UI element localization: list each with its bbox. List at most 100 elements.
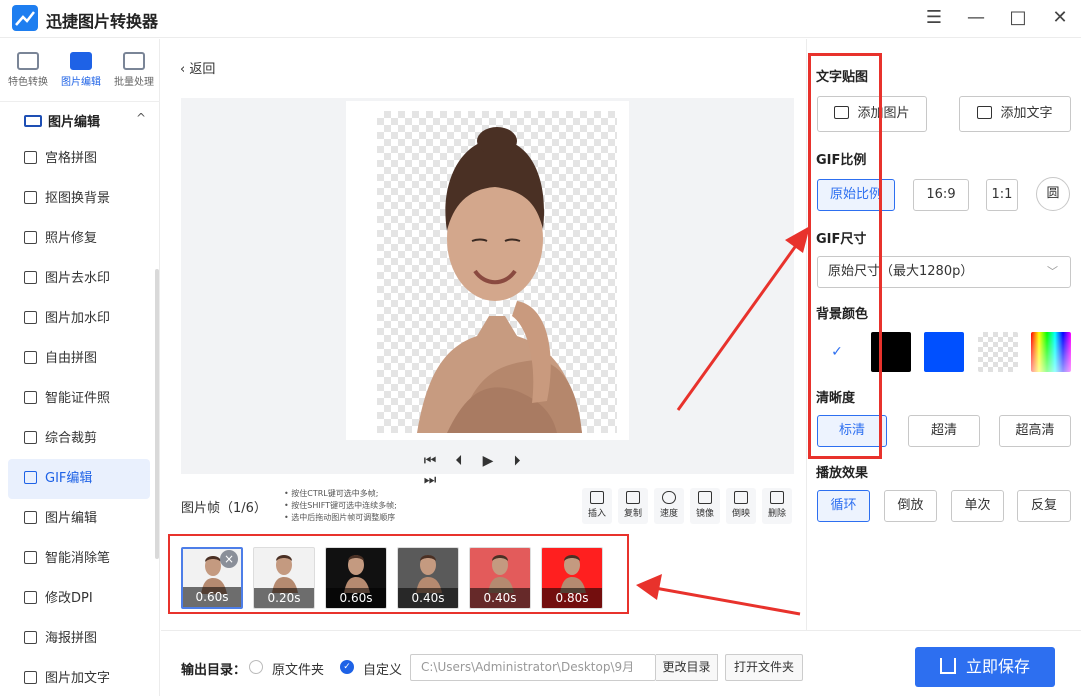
sidebar-item-label: 自由拼图 [45,351,98,366]
frame-image [488,555,514,593]
sidebar-item-label: 图片加文字 [45,671,111,686]
tool-label: 删除 [767,509,786,519]
mirror-button[interactable]: 镜像 [690,488,720,524]
sidebar-item-eraser[interactable]: 智能消除笔 [8,539,150,579]
back-button[interactable]: ‹ 返回 [180,58,215,77]
grid-icon [24,151,37,164]
copy-icon [626,491,640,504]
sidebar-item-cutout[interactable]: 抠图换背景 [8,179,150,219]
sidebar-item-poster[interactable]: 海报拼图 [8,619,150,659]
ratio-1-1-button[interactable]: 1:1 [986,179,1018,211]
play-loop-button[interactable]: 循环 [817,490,870,522]
sidebar-item-free-collage[interactable]: 自由拼图 [8,339,150,379]
output-path-input[interactable]: C:\Users\Administrator\Desktop\9月 [410,654,656,681]
frame-thumbnail[interactable]: 0.60s [325,547,387,609]
sidebar-item-gif-edit[interactable]: GIF编辑 [8,459,150,499]
preview-image [417,127,582,433]
clarity-uhd-button[interactable]: 超高清 [999,415,1071,447]
step-back-icon[interactable]: ⏴ [449,453,469,469]
frame-duration[interactable]: 0.20s [254,588,314,608]
radio-label[interactable]: 原文件夹 [272,659,324,678]
frame-duration[interactable]: 0.40s [398,588,458,608]
speed-button[interactable]: 速度 [654,488,684,524]
close-icon[interactable]: ✕ [1047,6,1073,30]
frame-thumbnail[interactable]: 0.40s [469,547,531,609]
play-icon[interactable]: ▶ [478,453,498,469]
ratio-circle-button[interactable]: 圆 [1036,177,1070,211]
frame-thumbnail[interactable]: 0.80s [541,547,603,609]
reflect-button[interactable]: 倒映 [726,488,756,524]
sidebar-item-remove-watermark[interactable]: 图片去水印 [8,259,150,299]
maximize-icon[interactable]: □ [1005,6,1031,30]
add-text-button[interactable]: 添加文字 [959,96,1071,132]
bg-swatch-transparent[interactable] [978,332,1018,372]
nav-image-edit[interactable]: 图片编辑 [55,52,107,92]
frame-image [344,555,370,593]
copy-button[interactable]: 复制 [618,488,648,524]
radio-custom-folder[interactable]: ✓ [340,660,354,674]
frame-thumbnail[interactable]: 0.20s [253,547,315,609]
chevron-left-icon: ‹ [180,62,190,77]
sidebar-item-id-photo[interactable]: 智能证件照 [8,379,150,419]
sidebar-item-dpi[interactable]: 修改DPI [8,579,150,619]
open-folder-button[interactable]: 打开文件夹 [725,654,803,681]
sidebar-item-label: 照片修复 [45,231,98,246]
download-icon [939,658,956,674]
nav-batch[interactable]: 批量处理 [108,52,160,92]
skip-last-icon[interactable]: ⏭ [420,472,440,488]
menu-icon[interactable]: ☰ [921,6,947,30]
sidebar-item-label: 修改DPI [45,591,93,606]
nav-label: 图片编辑 [61,77,101,88]
play-reverse-button[interactable]: 倒放 [884,490,937,522]
sidebar-item-image-edit[interactable]: 图片编辑 [8,499,150,539]
save-button[interactable]: 立即保存 [915,647,1055,687]
button-label: 添加文字 [1000,106,1053,121]
radio-label[interactable]: 自定义 [363,659,402,678]
sidebar-item-add-text[interactable]: 图片加文字 [8,659,150,699]
playback-controls: ⏮ ⏴ ▶ ⏵ ⏭ [420,450,560,488]
tool-label: 复制 [623,509,642,519]
crop-icon [24,431,37,444]
sidebar-scrollbar[interactable] [155,269,159,559]
divider [0,101,160,102]
frame-duration[interactable]: 0.40s [470,588,530,608]
play-repeat-button[interactable]: 反复 [1017,490,1071,522]
hint-line: • 按住SHIFT键可选中连续多帧; [284,501,397,510]
minimize-icon[interactable]: — [963,6,989,30]
frame-duration[interactable]: 0.60s [326,588,386,608]
frame-duration[interactable]: 0.80s [542,588,602,608]
sidebar-item-crop[interactable]: 综合裁剪 [8,419,150,459]
chevron-up-icon[interactable]: ^ [136,111,146,125]
section-header[interactable]: 图片编辑 [24,111,154,131]
change-directory-button[interactable]: 更改目录 [656,654,718,681]
clarity-hd-button[interactable]: 超清 [908,415,980,447]
nav-special-convert[interactable]: 特色转换 [2,52,54,92]
ratio-16-9-button[interactable]: 16:9 [913,179,969,211]
tool-label: 镜像 [695,509,714,519]
frame-thumbnail[interactable]: 0.40s [397,547,459,609]
nav-label: 批量处理 [114,77,154,88]
settings-highlight [808,53,882,459]
frame-duration[interactable]: 0.60s [183,587,241,607]
bg-swatch-blue[interactable] [924,332,964,372]
sidebar-item-label: 抠图换背景 [45,191,111,206]
section-title: 图片编辑 [48,115,101,130]
sidebar-item-photo-repair[interactable]: 照片修复 [8,219,150,259]
skip-first-icon[interactable]: ⏮ [420,453,440,469]
sidebar-item-label: 图片加水印 [45,311,111,326]
sidebar-item-label: 宫格拼图 [45,151,98,166]
chevron-down-icon: ﹀ [1047,265,1058,278]
bg-swatch-custom-color[interactable] [1031,332,1071,372]
sidebar: 特色转换 图片编辑 批量处理 图片编辑 ^ 宫格拼图 抠图换背景 照片修复 图片… [0,39,160,696]
play-once-button[interactable]: 单次 [951,490,1004,522]
gif-icon [24,471,37,484]
sidebar-item-add-watermark[interactable]: 图片加水印 [8,299,150,339]
remove-frame-icon[interactable]: × [220,550,238,568]
sidebar-item-grid-collage[interactable]: 宫格拼图 [8,139,150,179]
convert-icon [17,52,39,70]
step-forward-icon[interactable]: ⏵ [507,453,527,469]
delete-button[interactable]: 删除 [762,488,792,524]
insert-button[interactable]: 插入 [582,488,612,524]
text-icon [977,106,993,119]
radio-original-folder[interactable] [249,660,263,674]
